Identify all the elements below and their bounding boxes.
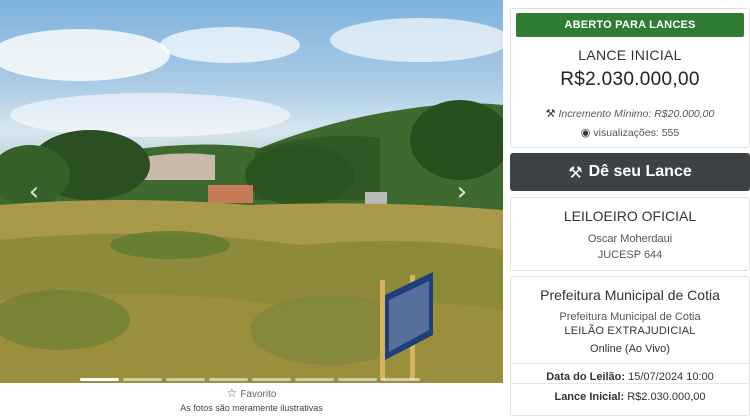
views-line: ◉ visualizações: 555: [511, 126, 749, 139]
slide-dot[interactable]: [209, 378, 248, 381]
favorite-button[interactable]: ☆ Favorito: [0, 386, 503, 400]
initial-bid-label: Lance Inicial:: [554, 391, 625, 403]
auctioneer-title: LEILOEIRO OFICIAL: [563, 208, 697, 224]
auction-date-value: 15/07/2024 10:00: [628, 371, 714, 383]
initial-bid-row: Lance Inicial: R$2.030.000,00: [511, 383, 749, 403]
photo-disclaimer: As fotos são meramente ilustrativas: [180, 403, 323, 413]
slide-dot[interactable]: [80, 378, 119, 381]
auctioneer-name: Oscar Moherdaui: [587, 233, 673, 245]
auction-date-label: Data do Leilão:: [546, 371, 626, 383]
slide-dot[interactable]: [338, 378, 377, 381]
chevron-right-icon[interactable]: ›: [452, 178, 472, 206]
slide-indicators: [80, 378, 420, 381]
bid-title: LANCE INICIAL: [578, 47, 682, 63]
chevron-left-icon[interactable]: ‹: [24, 178, 44, 206]
auction-mode: Online (Ao Vivo): [590, 343, 670, 355]
seller-name: Prefeitura Municipal de Cotia: [559, 311, 701, 323]
slide-dot[interactable]: [166, 378, 205, 381]
gavel-icon: ⚒: [545, 107, 556, 120]
auction-details-card: Prefeitura Municipal de Cotia Prefeitura…: [510, 276, 750, 416]
landscape-image: [0, 18, 503, 383]
favorite-label: Favorito: [240, 389, 277, 400]
views-count: 555: [661, 127, 680, 139]
gavel-icon: ⚒: [568, 162, 583, 182]
increment-line: ⚒ Incremento Mínimo: R$20.000,00: [511, 107, 749, 120]
auction-date-row: Data do Leilão: 15/07/2024 10:00: [511, 363, 749, 383]
slide-dot[interactable]: [252, 378, 291, 381]
star-icon: ☆: [226, 386, 238, 400]
bid-value: R$2.030.000,00: [560, 69, 700, 90]
slide-dot[interactable]: [381, 378, 420, 381]
place-bid-button[interactable]: ⚒ Dê seu Lance: [510, 153, 750, 191]
status-badge: ABERTO PARA LANCES: [516, 13, 744, 37]
place-bid-label: Dê seu Lance: [588, 163, 692, 180]
seller-title: Prefeitura Municipal de Cotia: [540, 287, 720, 303]
bid-card: ABERTO PARA LANCES LANCE INICIAL R$2.030…: [510, 8, 750, 148]
slide-dot[interactable]: [295, 378, 334, 381]
auctioneer-card: LEILOEIRO OFICIAL Oscar Moherdaui JUCESP…: [510, 197, 750, 271]
auction-sidebar: ABERTO PARA LANCES LANCE INICIAL R$2.030…: [510, 8, 750, 420]
slide-dot[interactable]: [123, 378, 162, 381]
property-photo[interactable]: ‹ ›: [0, 0, 503, 383]
auctioneer-registration: JUCESP 644: [597, 249, 663, 261]
views-label: visualizações:: [593, 127, 659, 139]
initial-bid-value: R$2.030.000,00: [627, 391, 706, 403]
eye-icon: ◉: [580, 126, 591, 139]
increment-text: Incremento Mínimo: R$20.000,00: [558, 108, 715, 120]
auction-type: LEILÃO EXTRAJUDICIAL: [564, 325, 696, 337]
